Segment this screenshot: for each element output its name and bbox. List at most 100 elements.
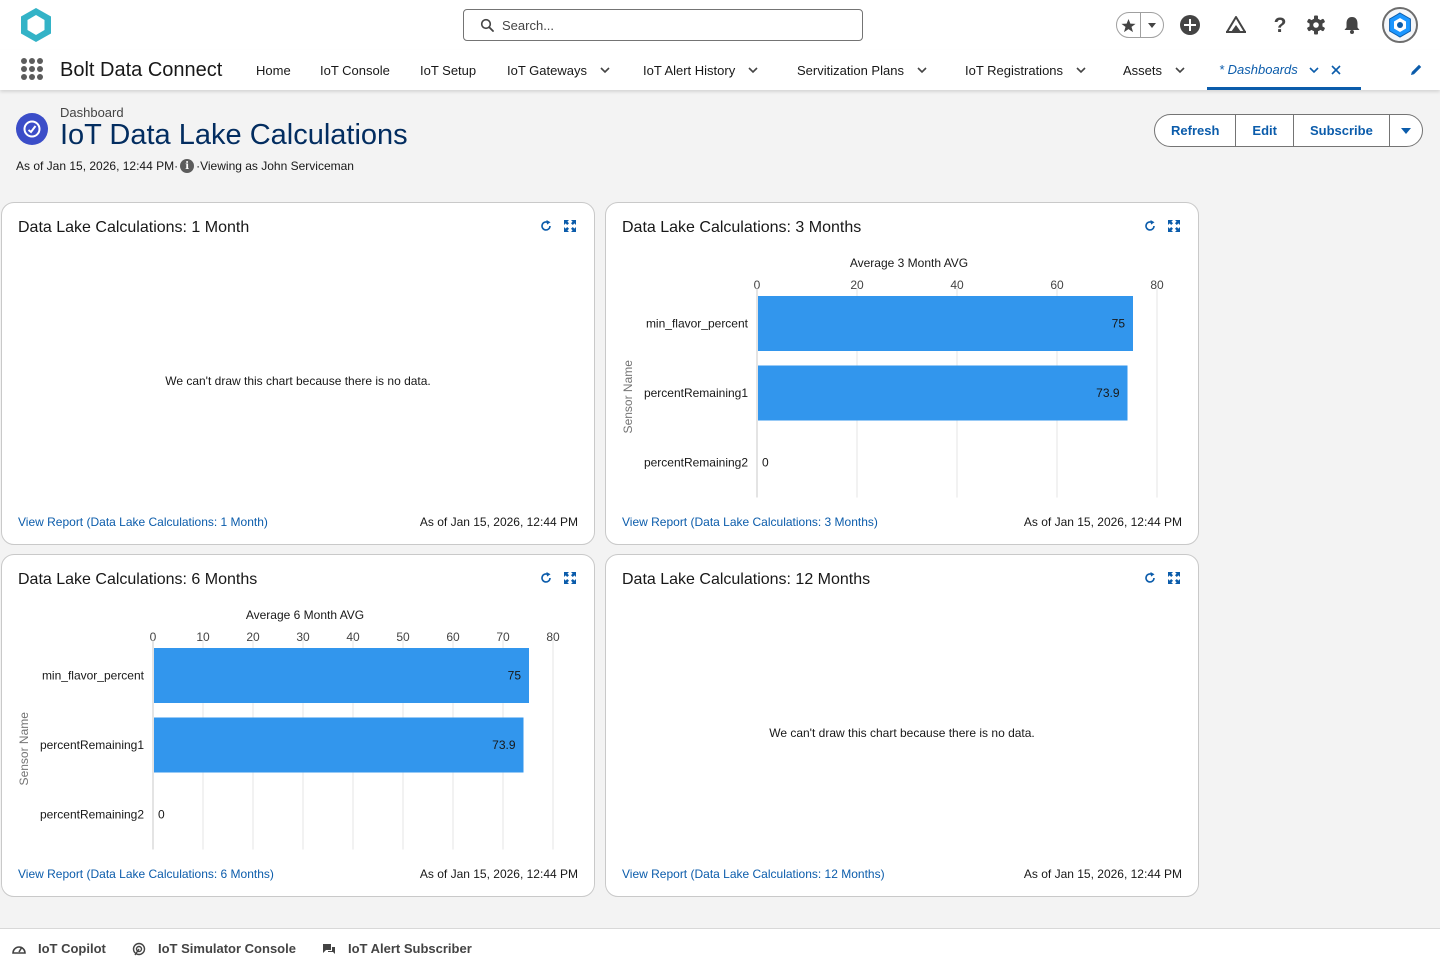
x-tick-label: 50	[396, 630, 410, 644]
favorites-list-button[interactable]	[1139, 13, 1163, 37]
nav-item-dashboards[interactable]: * Dashboards	[1207, 50, 1361, 90]
viewing-as-label: ·Viewing as John Serviceman	[196, 159, 354, 173]
view-report-link[interactable]: View Report (Data Lake Calculations: 12 …	[622, 867, 885, 881]
data-label: 75	[1112, 317, 1126, 331]
bell-icon	[1344, 17, 1360, 34]
expand-icon[interactable]	[562, 218, 578, 234]
refresh-icon[interactable]	[1142, 570, 1158, 586]
refresh-button[interactable]: Refresh	[1155, 115, 1235, 146]
y-axis-label: Sensor Name	[17, 712, 31, 786]
utility-item-iot-simulator-console[interactable]: IoT Simulator Console	[132, 941, 296, 956]
dashboard-actions: Refresh Edit Subscribe	[1154, 114, 1423, 147]
y-category-label: min_flavor_percent	[646, 317, 749, 331]
data-label: 0	[158, 808, 165, 822]
y-category-label: percentRemaining1	[644, 386, 748, 400]
x-tick-label: 80	[546, 630, 560, 644]
chevron-down-icon[interactable]	[747, 64, 759, 76]
x-tick-label: 40	[346, 630, 360, 644]
nav-item-iot-gateways[interactable]: IoT Gateways	[507, 50, 611, 90]
trailhead-icon	[1226, 16, 1246, 33]
star-icon	[1121, 18, 1136, 32]
utility-item-iot-alert-subscriber[interactable]: IoT Alert Subscriber	[322, 941, 472, 956]
card-as-of: As of Jan 15, 2026, 12:44 PM	[1023, 867, 1182, 881]
card-title: Data Lake Calculations: 1 Month	[18, 219, 250, 236]
nav-item-label: Servitization Plans	[797, 62, 904, 78]
nav-item-assets[interactable]: Assets	[1123, 50, 1186, 90]
nav-item-label: IoT Console	[320, 62, 390, 78]
view-report-link[interactable]: View Report (Data Lake Calculations: 1 M…	[18, 515, 268, 529]
view-report-link[interactable]: View Report (Data Lake Calculations: 3 M…	[622, 515, 878, 529]
x-tick-label: 20	[850, 278, 864, 292]
chart-title: Average 6 Month AVG	[246, 608, 364, 622]
help-button[interactable]: ?	[1268, 13, 1292, 37]
utility-bar: IoT Copilot IoT Simulator Console IoT Al…	[0, 928, 1440, 968]
search-icon	[480, 18, 494, 32]
card-title: Data Lake Calculations: 12 Months	[622, 571, 871, 588]
global-search-input[interactable]: Search...	[463, 9, 863, 41]
bar	[758, 365, 1128, 421]
nav-item-servitization-plans[interactable]: Servitization Plans	[797, 50, 928, 90]
dashboard-component-6-months: Data Lake Calculations: 6 Months Average…	[1, 554, 595, 897]
nav-item-home[interactable]: Home	[256, 50, 291, 90]
info-icon[interactable]: i	[180, 159, 195, 173]
x-tick-label: 10	[196, 630, 210, 644]
subscribe-button[interactable]: Subscribe	[1292, 115, 1389, 146]
nav-item-iot-registrations[interactable]: IoT Registrations	[965, 50, 1087, 90]
favorites-star-button[interactable]	[1117, 13, 1140, 37]
bar	[154, 648, 529, 703]
setup-button[interactable]	[1304, 13, 1328, 37]
chevron-down-icon[interactable]	[1075, 64, 1087, 76]
data-label: 73.9	[492, 738, 516, 752]
utility-item-label: IoT Simulator Console	[158, 941, 296, 956]
user-avatar[interactable]	[1382, 7, 1418, 43]
page-title: IoT Data Lake Calculations	[60, 119, 408, 151]
card-tools	[530, 218, 578, 234]
refresh-icon[interactable]	[538, 218, 554, 234]
chevron-down-icon[interactable]	[599, 64, 611, 76]
notifications-button[interactable]	[1340, 13, 1364, 37]
edit-button[interactable]: Edit	[1235, 115, 1293, 146]
card-as-of: As of Jan 15, 2026, 12:44 PM	[419, 515, 578, 529]
y-category-label: percentRemaining2	[40, 808, 144, 822]
nav-item-iot-console[interactable]: IoT Console	[320, 50, 390, 90]
nav-item-label: IoT Alert History	[643, 62, 736, 78]
trailhead-button[interactable]	[1224, 13, 1248, 37]
gear-icon	[1307, 15, 1325, 35]
broadcast-icon	[132, 942, 146, 955]
chart-title: Average 3 Month AVG	[850, 256, 968, 270]
nav-item-label: Assets	[1123, 62, 1163, 78]
bar-chart-3-months: Average 3 Month AVG 0 20 40 60 80 Sensor Name m…	[621, 256, 1164, 498]
data-label: 73.9	[1096, 386, 1120, 400]
card-as-of: As of Jan 15, 2026, 12:44 PM	[419, 867, 578, 881]
no-data-message: We can't draw this chart because there i…	[769, 726, 1035, 740]
data-label: 0	[762, 456, 769, 470]
bar	[154, 717, 524, 773]
more-actions-button[interactable]	[1388, 115, 1422, 146]
utility-item-label: IoT Copilot	[38, 941, 106, 956]
y-category-label: percentRemaining2	[644, 456, 748, 470]
close-tab-icon[interactable]	[1330, 64, 1342, 76]
nav-item-label: * Dashboards	[1219, 62, 1298, 77]
x-tick-label: 40	[950, 278, 964, 292]
chevron-down-icon[interactable]	[1308, 64, 1320, 76]
edit-nav-pencil-icon[interactable]	[1409, 63, 1423, 77]
bar	[758, 296, 1133, 351]
view-report-link[interactable]: View Report (Data Lake Calculations: 6 M…	[18, 867, 274, 881]
app-logo-icon[interactable]	[18, 6, 54, 44]
app-launcher-icon[interactable]	[21, 58, 43, 80]
chevron-down-icon[interactable]	[916, 64, 928, 76]
global-actions-button[interactable]	[1178, 13, 1202, 37]
expand-icon[interactable]	[1166, 570, 1182, 586]
avatar-robot-icon	[1389, 12, 1411, 38]
dashboard-meta: As of Jan 15, 2026, 12:44 PM· i ·Viewing…	[16, 159, 354, 173]
nav-item-iot-setup[interactable]: IoT Setup	[420, 50, 476, 90]
no-data-message: We can't draw this chart because there i…	[165, 374, 431, 388]
utility-item-iot-copilot[interactable]: IoT Copilot	[12, 941, 106, 956]
utility-item-label: IoT Alert Subscriber	[348, 941, 472, 956]
search-placeholder: Search...	[502, 17, 555, 33]
object-type-label: Dashboard	[60, 105, 124, 120]
data-label: 75	[508, 669, 522, 683]
chevron-down-icon[interactable]	[1174, 64, 1186, 76]
as-of-timestamp: As of Jan 15, 2026, 12:44 PM·	[16, 159, 179, 173]
nav-item-iot-alert-history[interactable]: IoT Alert History	[643, 50, 759, 90]
